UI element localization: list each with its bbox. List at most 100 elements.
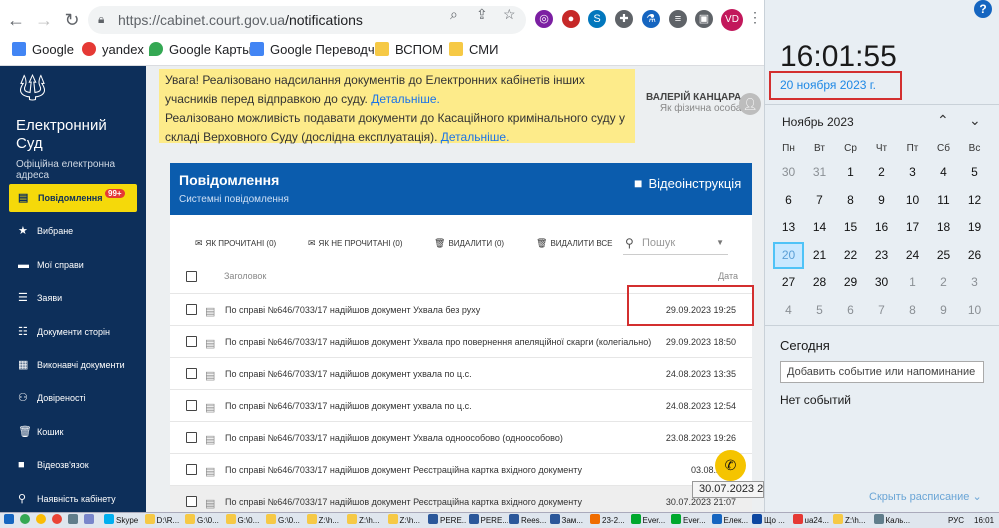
start-icon[interactable] xyxy=(4,514,16,528)
taskbar-item[interactable]: Z:\h... xyxy=(387,514,427,528)
calendar-day[interactable]: 21 xyxy=(804,242,835,269)
row-checkbox[interactable] xyxy=(186,432,197,443)
table-row[interactable]: ▤ По справі №646/7033/17 надійшов докуме… xyxy=(170,453,752,485)
taskbar-chrome-icon[interactable] xyxy=(36,514,48,528)
calendar-day[interactable]: 8 xyxy=(835,187,866,214)
address-bar[interactable]: 🔒︎ https://cabinet.court.gov.ua/notifica… xyxy=(88,6,526,34)
row-checkbox[interactable] xyxy=(186,496,197,507)
taskbar-chrome-icon[interactable] xyxy=(20,514,32,528)
hide-schedule-link[interactable]: Скрыть расписание ⌄ xyxy=(869,490,982,503)
taskbar-item[interactable]: Каль... xyxy=(873,514,913,528)
calendar-day[interactable]: 4 xyxy=(773,297,804,324)
calendar-day[interactable]: 1 xyxy=(835,159,866,186)
calendar-day[interactable]: 9 xyxy=(866,187,897,214)
reload-icon[interactable]: ↻ xyxy=(60,8,84,32)
chevron-down-icon[interactable]: ▼ xyxy=(716,238,724,247)
table-row[interactable]: ▤ По справі №646/7033/17 надійшов докуме… xyxy=(170,325,752,357)
calendar-day[interactable]: 7 xyxy=(866,297,897,324)
calendar-day[interactable]: 6 xyxy=(773,187,804,214)
sidebar-item-my-cases[interactable]: ▬ Мої справи xyxy=(0,251,146,279)
calendar-month[interactable]: Ноябрь 2023 xyxy=(782,115,854,129)
mark-read-button[interactable]: ✉ ЯК ПРОЧИТАНІ (0) xyxy=(195,238,276,249)
calendar-day[interactable]: 11 xyxy=(928,187,959,214)
bookmark-folder-vspom[interactable]: ВСПОМ xyxy=(375,42,443,57)
sidebar-item-party-documents[interactable]: ☷ Документи сторін xyxy=(0,318,146,346)
calendar-day[interactable]: 13 xyxy=(773,214,804,241)
calendar-day[interactable]: 17 xyxy=(897,214,928,241)
delete-all-button[interactable]: 🗑︎ ВИДАЛИТИ ВСЕ xyxy=(536,238,613,249)
add-event-input[interactable]: Добавить событие или напоминание xyxy=(780,361,984,383)
zoom-icon[interactable]: ⌕ xyxy=(450,6,458,23)
table-row[interactable]: ▤ По справі №646/7033/17 надійшов докуме… xyxy=(170,357,752,389)
taskbar-item[interactable]: G:\0... xyxy=(185,514,224,528)
forward-icon[interactable]: → xyxy=(32,8,56,32)
taskbar-item[interactable]: Ever... xyxy=(671,514,710,528)
taskbar-item[interactable]: Z:\h... xyxy=(833,514,872,528)
calendar-day[interactable]: 27 xyxy=(773,269,804,296)
notice-details-link[interactable]: Детальніше. xyxy=(371,92,440,106)
sidebar-item-notifications[interactable]: ▤ Повідомлення 99+ xyxy=(9,184,137,212)
row-checkbox[interactable] xyxy=(186,336,197,347)
chevron-down-icon[interactable]: ⌄ xyxy=(969,112,981,129)
calendar-day[interactable]: 16 xyxy=(866,214,897,241)
bookmark-translate[interactable]: Google Переводч... xyxy=(250,42,385,57)
taskbar-item[interactable]: Ever... xyxy=(630,514,670,528)
taskbar-item[interactable]: Z:\h... xyxy=(347,514,386,528)
user-info[interactable]: ВАЛЕРІЙ КАНЦАРА Як фізична особа xyxy=(646,92,741,114)
sidebar-item-cabinet-check[interactable]: ⚲ Наявність кабінету xyxy=(0,485,146,513)
calendar-day[interactable]: 2 xyxy=(866,159,897,186)
table-row[interactable]: ▤ По справі №646/7033/17 надійшов докуме… xyxy=(170,421,752,453)
profile-avatar[interactable]: VD xyxy=(721,9,743,31)
row-checkbox[interactable] xyxy=(186,400,197,411)
taskbar-item[interactable]: Rees... xyxy=(509,514,548,528)
delete-button[interactable]: 🗑︎ ВИДАЛИТИ (0) xyxy=(434,238,504,249)
calendar-day[interactable]: 3 xyxy=(959,269,990,296)
calendar-day[interactable]: 25 xyxy=(928,242,959,269)
taskbar-item[interactable]: PERE... xyxy=(428,514,467,528)
taskbar-app-icon[interactable] xyxy=(68,514,80,528)
calendar-day[interactable]: 18 xyxy=(928,214,959,241)
playlist-icon[interactable]: ≡ xyxy=(669,10,687,28)
taskbar-item[interactable]: G:\0... xyxy=(266,514,305,528)
share-icon[interactable]: ⇪ xyxy=(476,6,488,23)
taskbar-item[interactable]: Z:\h... xyxy=(306,514,346,528)
calendar-day[interactable]: 26 xyxy=(959,242,990,269)
taskbar-item[interactable]: 23-2... xyxy=(590,514,629,528)
select-all-checkbox[interactable] xyxy=(186,271,197,282)
calendar-day[interactable]: 19 xyxy=(959,214,990,241)
taskbar-item[interactable]: Що ... xyxy=(752,514,791,528)
bookmark-yandex[interactable]: yandex xyxy=(82,42,144,57)
column-header-date[interactable]: Дата xyxy=(718,271,738,281)
phone-call-button[interactable]: ✆ xyxy=(715,450,746,481)
bookmark-star-icon[interactable]: ☆ xyxy=(503,6,516,23)
bookmark-folder-smi[interactable]: СМИ xyxy=(449,42,498,57)
calendar-day[interactable]: 9 xyxy=(928,297,959,324)
calendar-day[interactable]: 14 xyxy=(804,214,835,241)
search-input[interactable]: ⚲ Пошук ▼ xyxy=(623,233,728,255)
taskbar-app-icon[interactable] xyxy=(84,514,96,528)
calendar-day[interactable]: 7 xyxy=(804,187,835,214)
back-icon[interactable]: ← xyxy=(4,8,28,32)
calendar-day[interactable]: 10 xyxy=(959,297,990,324)
calendar-day[interactable]: 12 xyxy=(959,187,990,214)
language-indicator[interactable]: РУС xyxy=(948,514,964,528)
row-checkbox[interactable] xyxy=(186,368,197,379)
calendar-day[interactable]: 15 xyxy=(835,214,866,241)
taskbar-item[interactable]: G:\0... xyxy=(225,514,265,528)
notice-details-link[interactable]: Детальніше. xyxy=(441,130,510,144)
extension-icon[interactable]: ◎ xyxy=(535,10,553,28)
sidebar-item-executive-documents[interactable]: ▦ Виконавчі документи xyxy=(0,351,146,379)
calendar-day[interactable]: 30 xyxy=(866,269,897,296)
taskbar-item[interactable]: Зам... xyxy=(549,514,589,528)
video-instruction-button[interactable]: ■ Відеоінструкція xyxy=(634,175,741,191)
table-row[interactable]: ▤ По справі №646/7033/17 надійшов докуме… xyxy=(170,389,752,421)
calendar-day[interactable]: 8 xyxy=(897,297,928,324)
calendar-day[interactable]: 24 xyxy=(897,242,928,269)
sidebar-item-video-link[interactable]: ■ Відеозв'язок xyxy=(0,451,146,479)
extension-icon[interactable]: S xyxy=(588,10,606,28)
sidebar-item-trash[interactable]: 🗑︎ Кошик xyxy=(0,418,146,446)
taskbar-item[interactable]: PERE... xyxy=(468,514,508,528)
column-header-subject[interactable]: Заголовок xyxy=(224,271,266,281)
mark-unread-button[interactable]: ✉ ЯК НЕ ПРОЧИТАНІ (0) xyxy=(308,238,403,249)
sidebar-item-powers-of-attorney[interactable]: ⚇ Довіреності xyxy=(0,384,146,412)
